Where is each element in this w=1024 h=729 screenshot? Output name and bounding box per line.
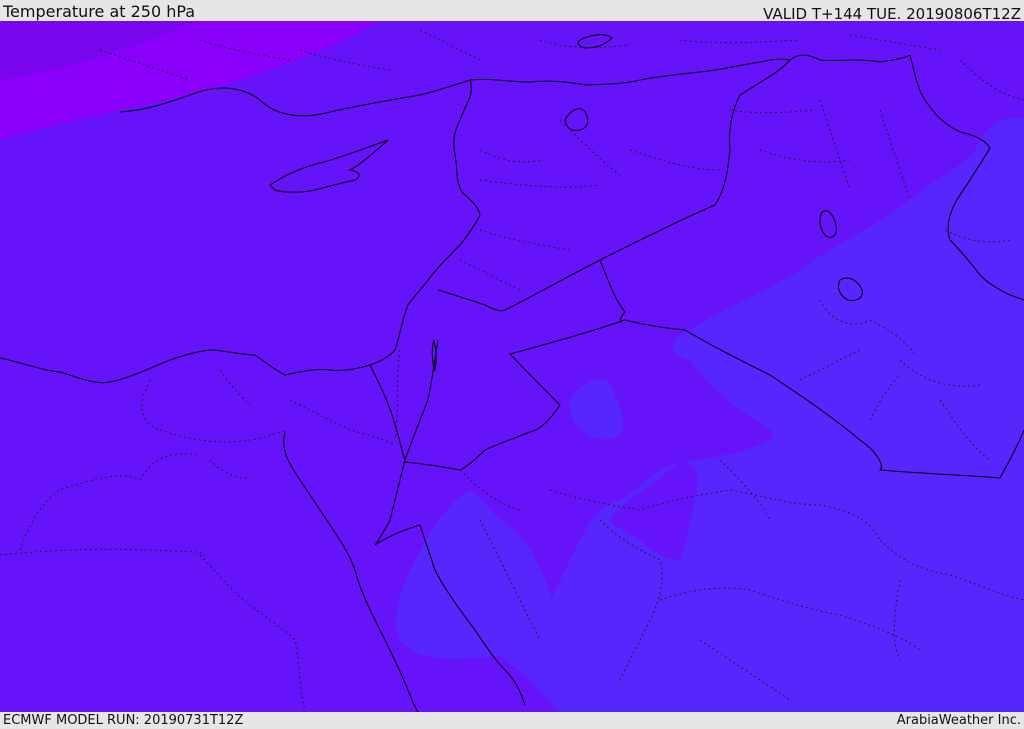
- credit-label: ArabiaWeather Inc.: [896, 713, 1021, 728]
- valid-time-label: VALID T+144 TUE. 20190806T12Z: [763, 5, 1021, 23]
- footer-bar: ECMWF MODEL RUN: 20190731T12Z ArabiaWeat…: [0, 712, 1024, 729]
- model-run-label: ECMWF MODEL RUN: 20190731T12Z: [3, 713, 244, 728]
- header-bar: Temperature at 250 hPa VALID T+144 TUE. …: [0, 0, 1024, 23]
- temperature-map: [0, 21, 1024, 712]
- map-title: Temperature at 250 hPa: [3, 2, 196, 21]
